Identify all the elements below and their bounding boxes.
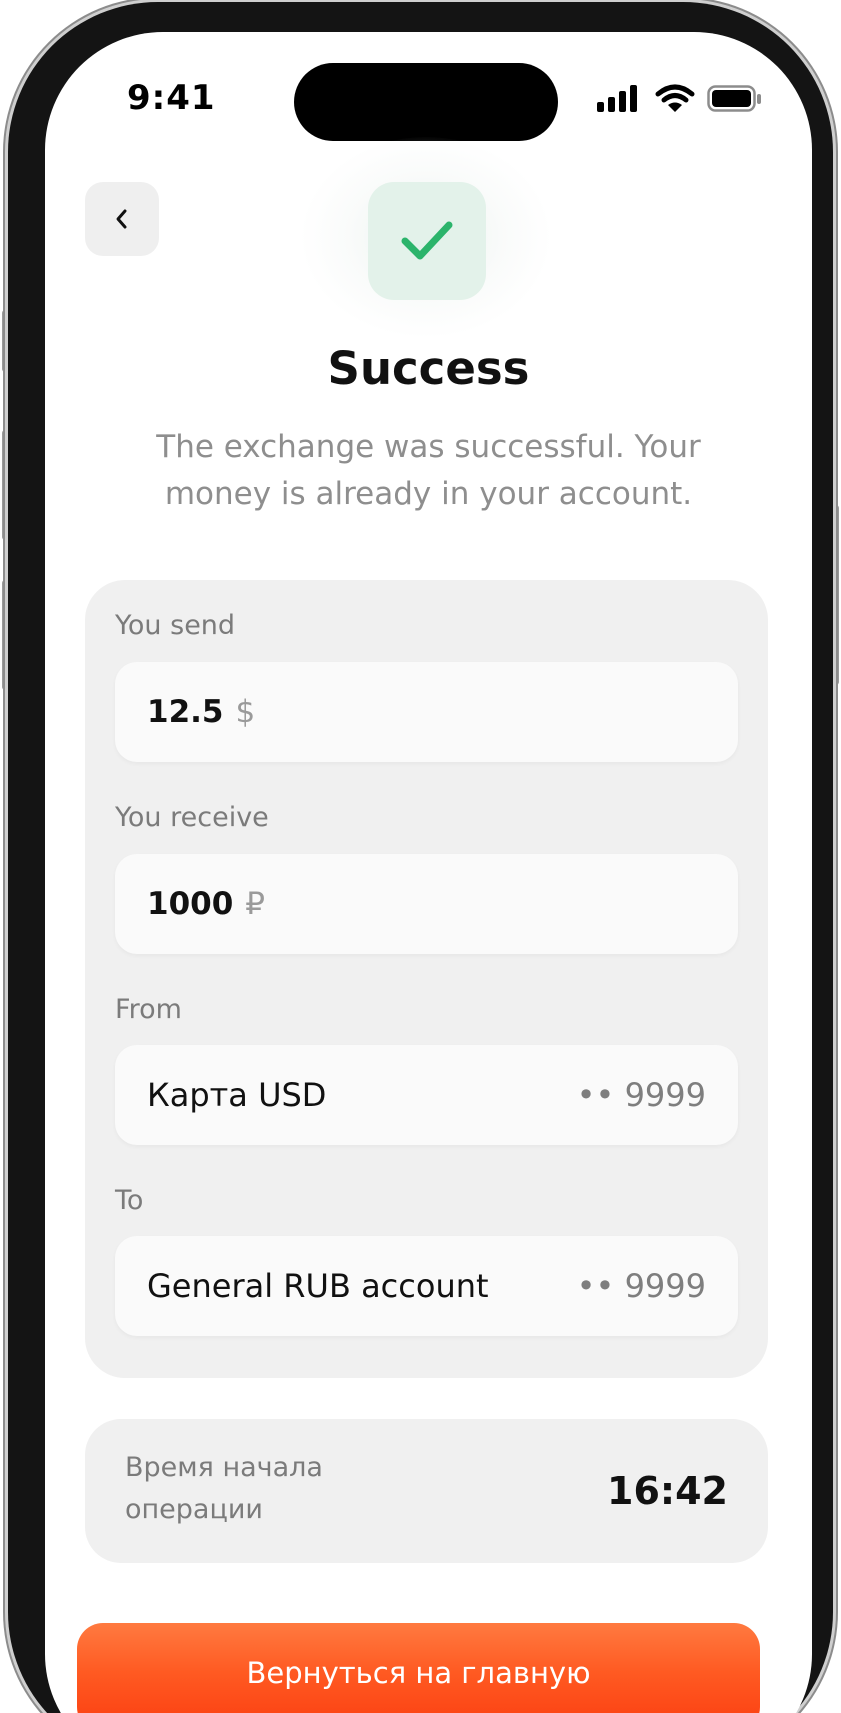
cellular-signal-icon: [597, 85, 637, 112]
power-button: [833, 505, 839, 685]
receive-label: You receive: [115, 802, 269, 833]
to-account-field: General RUB account •• 9999: [115, 1236, 738, 1336]
to-account-name: General RUB account: [147, 1267, 489, 1305]
operation-time-label: Время начала операции: [125, 1452, 323, 1525]
app-screen: 9:41 Success The exchange was successful…: [0, 0, 841, 1713]
to-label: To: [115, 1185, 144, 1216]
from-label: From: [115, 994, 182, 1025]
receive-amount-field: 1000 ₽: [115, 854, 738, 954]
receive-amount: 1000: [147, 886, 234, 922]
battery-icon: [707, 85, 761, 112]
operation-time-value: 16:42: [607, 1469, 728, 1513]
success-badge: [368, 182, 486, 300]
back-button[interactable]: [85, 182, 159, 256]
from-account-mask: •• 9999: [576, 1076, 706, 1114]
phone-frame: 9:41 Success The exchange was successful…: [8, 2, 833, 1713]
send-label: You send: [115, 610, 236, 641]
page-subtitle: The exchange was successful. Your money …: [156, 429, 701, 512]
send-currency: $: [235, 694, 256, 730]
wifi-icon: [655, 84, 695, 112]
dynamic-island: [294, 63, 558, 141]
checkmark-icon: [401, 221, 453, 260]
status-time: 9:41: [127, 78, 216, 118]
chevron-left-icon: [116, 209, 127, 229]
exchange-details-card: You send 12.5 $ You receive 1000 ₽ From …: [85, 580, 768, 1378]
send-amount-field: 12.5 $: [115, 662, 738, 762]
from-account-name: Карта USD: [147, 1076, 327, 1114]
receive-currency: ₽: [245, 886, 266, 922]
screen: 9:41 Success The exchange was successful…: [45, 32, 812, 1713]
page-title: Success: [327, 342, 530, 395]
send-amount: 12.5: [147, 694, 224, 730]
to-account-mask: •• 9999: [576, 1267, 706, 1305]
operation-time-card: Время начала операции 16:42: [85, 1419, 768, 1563]
return-home-button[interactable]: Вернуться на главную: [77, 1623, 760, 1713]
from-account-field: Карта USD •• 9999: [115, 1045, 738, 1145]
status-icons: [595, 84, 765, 114]
